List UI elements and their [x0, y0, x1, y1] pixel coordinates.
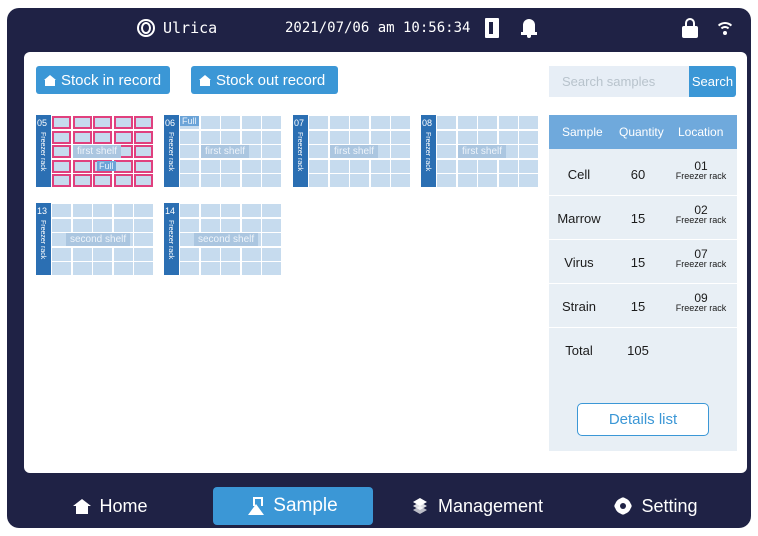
stock-in-record-button[interactable]: Stock in record — [36, 66, 170, 94]
rack-number: 08 — [422, 118, 433, 128]
nav-home-label: Home — [99, 495, 148, 516]
full-badge: Full — [180, 116, 199, 126]
shelf-label: first shelf — [201, 145, 250, 158]
sample-quantity: 15 — [630, 211, 646, 226]
door-icon[interactable] — [485, 18, 499, 38]
wifi-icon — [715, 20, 735, 38]
rack-number: 07 — [294, 118, 305, 128]
total-label: Total — [565, 343, 593, 358]
datetime-display: 2021/07/06 am 10:56:34 — [285, 20, 471, 36]
rack-side-label: 07 Freezer rack — [293, 115, 308, 187]
freezer-rack-13[interactable]: 13 Freezer rack second shelf — [36, 203, 153, 275]
header-location: Location — [678, 125, 724, 139]
user-icon — [137, 19, 155, 37]
bell-icon[interactable] — [521, 17, 537, 39]
table-row[interactable]: Cell 60 01 Freezer rack — [549, 151, 737, 195]
freezer-rack-07[interactable]: 07 Freezer rack first shelf — [293, 115, 410, 187]
search-input[interactable]: Search samples — [549, 66, 689, 97]
rack-side-label: 08 Freezer rack — [421, 115, 436, 187]
device-frame: Ulrica 2021/07/06 am 10:56:34 Stock in r… — [7, 8, 751, 528]
freezer-rack-14[interactable]: 14 Freezer rack second shelf — [164, 203, 281, 275]
table-total-row: Total 105 — [549, 327, 737, 371]
rack-side-label: 14 Freezer rack — [164, 203, 179, 275]
sample-quantity: 60 — [630, 167, 646, 182]
nav-setting-label: Setting — [641, 495, 698, 516]
nav-home[interactable]: Home — [61, 487, 161, 525]
sample-name: Virus — [564, 255, 594, 270]
total-value: 105 — [627, 343, 649, 358]
stock-in-label: Stock in record — [61, 71, 162, 89]
full-badge: Full — [97, 161, 116, 171]
stock-out-label: Stock out record — [216, 71, 326, 89]
sample-location: 01 Freezer rack — [675, 159, 727, 181]
freezer-rack-06[interactable]: 06 Freezer rack Full first shelf — [164, 115, 281, 187]
rack-side-label: 13 Freezer rack — [36, 203, 51, 275]
table-header: Sample Quantity Location — [549, 115, 737, 149]
user-info[interactable]: Ulrica — [137, 19, 217, 37]
bottom-nav: Home Sample Management Setting — [7, 480, 751, 528]
nav-management-label: Management — [437, 495, 544, 516]
home-icon — [199, 74, 211, 86]
rack-number: 05 — [37, 118, 48, 128]
shelf-label: second shelf — [194, 233, 259, 246]
details-list-button[interactable]: Details list — [577, 403, 709, 436]
stock-out-record-button[interactable]: Stock out record — [191, 66, 338, 94]
nav-management[interactable]: Management — [400, 487, 554, 525]
nav-sample-label: Sample — [273, 495, 338, 516]
freezer-rack-05[interactable]: 05 Freezer rack first shelf Full — [36, 115, 153, 187]
header-quantity: Quantity — [619, 125, 664, 139]
rack-type-label: Freezer rack — [39, 220, 46, 260]
sample-summary-table: Sample Quantity Location Cell 60 01 Free… — [549, 115, 737, 451]
sample-location: 09 Freezer rack — [675, 291, 727, 313]
table-row[interactable]: Strain 15 09 Freezer rack — [549, 283, 737, 327]
flask-icon — [248, 497, 265, 515]
shelf-label: second shelf — [66, 233, 131, 246]
freezer-rack-08[interactable]: 08 Freezer rack first shelf — [421, 115, 538, 187]
lock-icon[interactable] — [682, 18, 698, 38]
rack-type-label: Freezer rack — [167, 132, 174, 172]
rack-type-label: Freezer rack — [167, 220, 174, 260]
sample-name: Cell — [567, 167, 591, 182]
sample-quantity: 15 — [630, 299, 646, 314]
home-icon — [44, 74, 56, 86]
gear-icon — [614, 497, 632, 515]
rack-number: 06 — [165, 118, 176, 128]
table-row[interactable]: Marrow 15 02 Freezer rack — [549, 195, 737, 239]
header-sample: Sample — [562, 125, 603, 139]
layers-icon — [411, 498, 429, 514]
rack-side-label: 05 Freezer rack — [36, 115, 51, 187]
status-bar: Ulrica 2021/07/06 am 10:56:34 — [7, 8, 751, 52]
rack-number: 14 — [165, 206, 176, 216]
rack-type-label: Freezer rack — [424, 132, 431, 172]
user-name: Ulrica — [163, 19, 218, 37]
nav-setting[interactable]: Setting — [605, 487, 707, 525]
home-icon — [73, 498, 92, 514]
rack-side-label: 06 Freezer rack — [164, 115, 179, 187]
table-row[interactable]: Virus 15 07 Freezer rack — [549, 239, 737, 283]
sample-location: 07 Freezer rack — [675, 247, 727, 269]
shelf-label: first shelf — [330, 145, 379, 158]
search-button[interactable]: Search — [689, 66, 736, 97]
shelf-label: first shelf — [73, 145, 122, 158]
rack-type-label: Freezer rack — [39, 132, 46, 172]
rack-number: 13 — [37, 206, 48, 216]
sample-name: Strain — [562, 299, 596, 314]
sample-quantity: 15 — [630, 255, 646, 270]
rack-type-label: Freezer rack — [296, 132, 303, 172]
main-panel: Stock in record Stock out record Search … — [24, 52, 747, 473]
sample-location: 02 Freezer rack — [675, 203, 727, 225]
sample-name: Marrow — [557, 211, 601, 226]
nav-sample[interactable]: Sample — [213, 487, 373, 525]
shelf-label: first shelf — [458, 145, 507, 158]
